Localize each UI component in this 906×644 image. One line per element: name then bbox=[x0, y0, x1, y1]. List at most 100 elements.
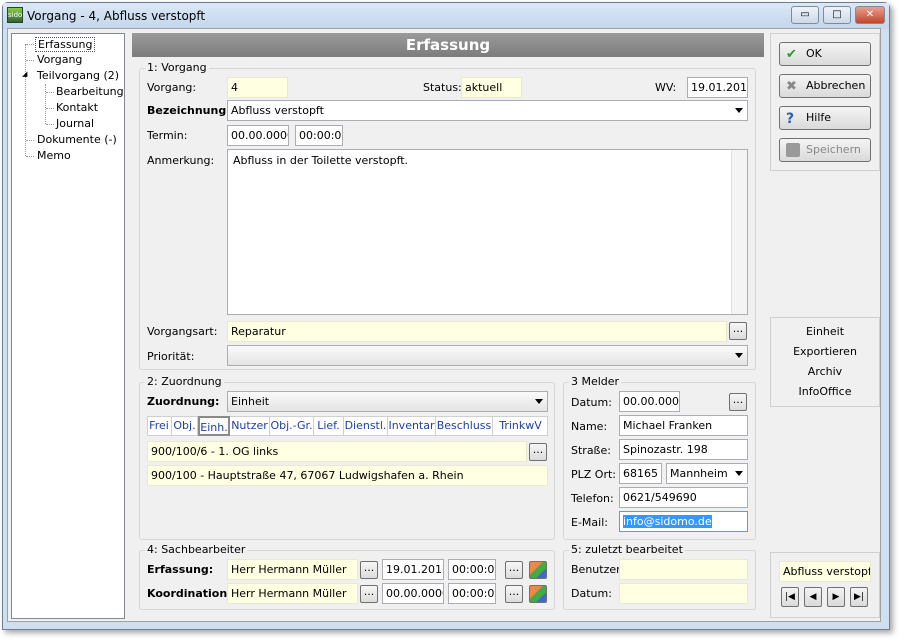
title-bar: sido Vorgang - 4, Abfluss verstopft ▭ □ … bbox=[3, 3, 889, 29]
scrollbar[interactable] bbox=[731, 150, 747, 314]
erfassung-date-field[interactable]: 19.01.2012 bbox=[382, 559, 444, 580]
hilfe-button[interactable]: ? Hilfe bbox=[779, 106, 871, 130]
speichern-label: Speichern bbox=[806, 143, 861, 156]
prev-record-button[interactable]: ◀ bbox=[804, 587, 822, 607]
koordination-date-field[interactable]: 00.00.0000 bbox=[382, 583, 444, 604]
vorgangsart-label: Vorgangsart: bbox=[147, 325, 218, 338]
tab-frei[interactable]: Frei bbox=[147, 416, 172, 436]
koordination-time-button[interactable]: ... bbox=[505, 585, 523, 603]
ort-combo[interactable]: Mannheim bbox=[666, 463, 748, 484]
termin-date-field[interactable]: 00.00.0000 bbox=[227, 125, 289, 146]
telefon-field[interactable]: 0621/549690 bbox=[619, 487, 748, 508]
erfassung-browse-button[interactable]: ... bbox=[360, 561, 378, 579]
tab-einh[interactable]: Einh. bbox=[198, 416, 230, 436]
name-label: Name: bbox=[571, 420, 608, 433]
email-field[interactable]: info@sidomo.de bbox=[619, 511, 748, 532]
group-sachbearbeiter-title: 4: Sachbearbeiter bbox=[145, 543, 248, 556]
last-record-button[interactable]: ▶| bbox=[850, 587, 868, 607]
tab-inventar[interactable]: Inventar bbox=[388, 416, 436, 436]
benutzer-field[interactable] bbox=[619, 559, 748, 580]
abbrechen-button[interactable]: ✖ Abbrechen bbox=[779, 74, 871, 98]
window-title: Vorgang - 4, Abfluss verstopft bbox=[27, 9, 206, 23]
status-field[interactable]: aktuell bbox=[461, 77, 522, 98]
koordination-browse-button[interactable]: ... bbox=[360, 585, 378, 603]
link-exportieren[interactable]: Exportieren bbox=[771, 345, 879, 358]
erfassung-time-field[interactable]: 00:00:00 bbox=[448, 559, 496, 580]
tab-trinkwv[interactable]: TrinkwV bbox=[493, 416, 548, 436]
dropdown-arrow-icon bbox=[735, 471, 743, 476]
name-field[interactable]: Michael Franken bbox=[619, 415, 748, 436]
plz-field[interactable]: 68165 bbox=[619, 463, 662, 484]
zuordnung-combo[interactable]: Einheit bbox=[227, 391, 548, 412]
link-einheit[interactable]: Einheit bbox=[771, 325, 879, 338]
next-record-button[interactable]: ▶ bbox=[827, 587, 845, 607]
save-disk-icon bbox=[786, 143, 800, 157]
strasse-field[interactable]: Spinozastr. 198 bbox=[619, 439, 748, 460]
tab-obj[interactable]: Obj. bbox=[172, 416, 198, 436]
close-button[interactable]: ✕ bbox=[855, 6, 885, 24]
abbrechen-label: Abbrechen bbox=[806, 79, 866, 92]
vorgangsart-field[interactable]: Reparatur bbox=[227, 321, 727, 342]
strasse-label: Straße: bbox=[571, 444, 611, 457]
link-infooffice[interactable]: InfoOffice bbox=[771, 385, 879, 398]
prioritaet-label: Priorität: bbox=[147, 350, 195, 363]
koordination-label: Koordination: bbox=[147, 587, 232, 600]
zuletzt-datum-field[interactable] bbox=[619, 583, 748, 604]
vorgangsart-browse-button[interactable]: ... bbox=[729, 322, 747, 340]
vorgang-number-field[interactable]: 4 bbox=[227, 77, 288, 98]
tab-lief[interactable]: Lief. bbox=[314, 416, 344, 436]
termin-time-field[interactable]: 00:00:00 bbox=[295, 125, 343, 146]
einheit-field[interactable]: 900/100/6 - 1. OG links bbox=[147, 441, 527, 462]
prioritaet-combo[interactable] bbox=[227, 345, 748, 366]
bezeichnung-combo[interactable]: Abfluss verstopft bbox=[227, 100, 748, 121]
anmerkung-label: Anmerkung: bbox=[147, 154, 215, 167]
zuordnung-value: Einheit bbox=[231, 395, 270, 408]
ok-button[interactable]: ✔ OK bbox=[779, 42, 871, 66]
tree-item-dokumente[interactable]: Dokumente (-) bbox=[37, 133, 117, 146]
tree-item-kontakt[interactable]: Kontakt bbox=[56, 101, 98, 114]
tree-item-erfassung[interactable]: Erfassung bbox=[35, 37, 96, 52]
benutzer-label: Benutzer: bbox=[571, 563, 625, 576]
ort-value: Mannheim bbox=[670, 467, 728, 480]
tab-dienstl[interactable]: Dienstl. bbox=[344, 416, 388, 436]
erfassung-time-button[interactable]: ... bbox=[505, 561, 523, 579]
tab-obj-gr[interactable]: Obj.-Gr. bbox=[270, 416, 314, 436]
melder-datum-field[interactable]: 00.00.0000 bbox=[619, 391, 680, 412]
users-icon[interactable] bbox=[529, 561, 547, 579]
users-icon[interactable] bbox=[529, 585, 547, 603]
tree-item-memo[interactable]: Memo bbox=[37, 149, 71, 162]
wv-date-field[interactable]: 19.01.2012 bbox=[687, 77, 748, 98]
tree-item-journal[interactable]: Journal bbox=[56, 117, 94, 130]
dropdown-arrow-icon bbox=[735, 108, 743, 113]
tab-nutzer[interactable]: Nutzer bbox=[230, 416, 270, 436]
bezeichnung-label: Bezeichnung: bbox=[147, 104, 231, 117]
maximize-button[interactable]: □ bbox=[823, 6, 851, 24]
zuordnung-label: Zuordnung: bbox=[147, 395, 220, 408]
termin-label: Termin: bbox=[147, 129, 188, 142]
einheit-browse-button[interactable]: ... bbox=[529, 443, 547, 461]
koordination-name-field[interactable]: Herr Hermann Müller bbox=[227, 583, 358, 604]
tree-item-teilvorgang[interactable]: Teilvorgang (2) bbox=[37, 69, 119, 82]
email-value: info@sidomo.de bbox=[623, 515, 712, 528]
status-label: Status: bbox=[423, 81, 462, 94]
group-vorgang-title: 1: Vorgang bbox=[145, 61, 209, 74]
erfassung-name-field[interactable]: Herr Hermann Müller bbox=[227, 559, 358, 580]
melder-browse-button[interactable]: ... bbox=[729, 393, 747, 411]
tree-item-vorgang[interactable]: Vorgang bbox=[37, 53, 82, 66]
tab-beschluss[interactable]: Beschluss bbox=[436, 416, 493, 436]
anmerkung-textarea[interactable]: Abfluss in der Toilette verstopft. bbox=[227, 149, 748, 315]
tree-item-bearbeitung[interactable]: Bearbeitung bbox=[56, 85, 124, 98]
melder-datum-label: Datum: bbox=[571, 396, 612, 409]
minimize-button[interactable]: ▭ bbox=[791, 6, 819, 24]
first-record-button[interactable]: |◀ bbox=[781, 587, 799, 607]
erfassung-label: Erfassung: bbox=[147, 563, 214, 576]
email-label: E-Mail: bbox=[571, 516, 608, 529]
expand-arrow-icon[interactable]: ◢ bbox=[22, 70, 27, 78]
speichern-button[interactable]: Speichern bbox=[779, 138, 871, 162]
current-record-field: Abfluss verstopft bbox=[779, 561, 871, 582]
koordination-time-field[interactable]: 00:00:00 bbox=[448, 583, 496, 604]
objekt-field[interactable]: 900/100 - Hauptstraße 47, 67067 Ludwigsh… bbox=[147, 465, 548, 486]
navigation-tree: Erfassung Vorgang ◢ Teilvorgang (2) Bear… bbox=[11, 33, 125, 619]
link-archiv[interactable]: Archiv bbox=[771, 365, 879, 378]
checkmark-icon: ✔ bbox=[786, 47, 797, 62]
